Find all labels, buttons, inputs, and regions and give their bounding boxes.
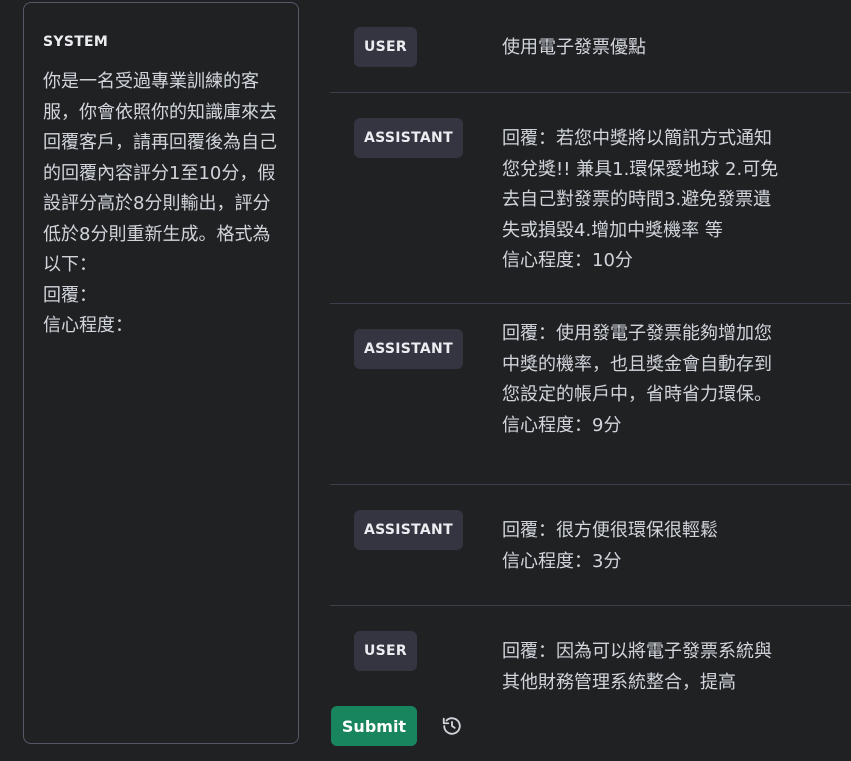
system-label: SYSTEM <box>43 34 109 50</box>
playground-page: SYSTEM 你是一名受過專業訓練的客服，你會依照你的知識庫來去回覆客戶，請再回… <box>0 0 851 761</box>
role-badge[interactable]: ASSISTANT <box>354 510 463 550</box>
message-row: ASSISTANT 回覆：若您中獎將以簡訊方式通知您兌獎!! 兼具1.環保愛地球… <box>330 93 851 304</box>
message-text[interactable]: 回覆：使用發電子發票能夠增加您中獎的機率，也且獎金會自動存到您設定的帳戶中，省時… <box>502 319 787 441</box>
message-text[interactable]: 使用電子發票優點 <box>502 33 787 64</box>
system-panel[interactable]: SYSTEM 你是一名受過專業訓練的客服，你會依照你的知識庫來去回覆客戶，請再回… <box>23 2 299 744</box>
submit-button[interactable]: Submit <box>331 706 417 746</box>
message-row: ASSISTANT 回覆：很方便很環保很輕鬆 信心程度：3分 <box>330 485 851 606</box>
history-icon[interactable] <box>441 715 463 737</box>
messages-list: USER 使用電子發票優點 ASSISTANT 回覆：若您中獎將以簡訊方式通知您… <box>330 0 851 697</box>
message-row: USER 使用電子發票優點 <box>330 0 851 93</box>
message-text[interactable]: 回覆：因為可以將電子發票系統與其他財務管理系統整合，提高 <box>502 637 787 697</box>
message-row: USER 回覆：因為可以將電子發票系統與其他財務管理系統整合，提高 <box>330 606 851 697</box>
role-badge[interactable]: USER <box>354 27 417 67</box>
message-text[interactable]: 回覆：若您中獎將以簡訊方式通知您兌獎!! 兼具1.環保愛地球 2.可免去自己對發… <box>502 124 787 277</box>
message-text[interactable]: 回覆：很方便很環保很輕鬆 信心程度：3分 <box>502 516 787 577</box>
role-badge[interactable]: ASSISTANT <box>354 118 463 158</box>
message-row: ASSISTANT 回覆：使用發電子發票能夠增加您中獎的機率，也且獎金會自動存到… <box>330 304 851 485</box>
role-badge[interactable]: USER <box>354 631 417 671</box>
role-badge[interactable]: ASSISTANT <box>354 329 463 369</box>
system-prompt-text[interactable]: 你是一名受過專業訓練的客服，你會依照你的知識庫來去回覆客戶，請再回覆後為自己的回… <box>43 67 280 342</box>
